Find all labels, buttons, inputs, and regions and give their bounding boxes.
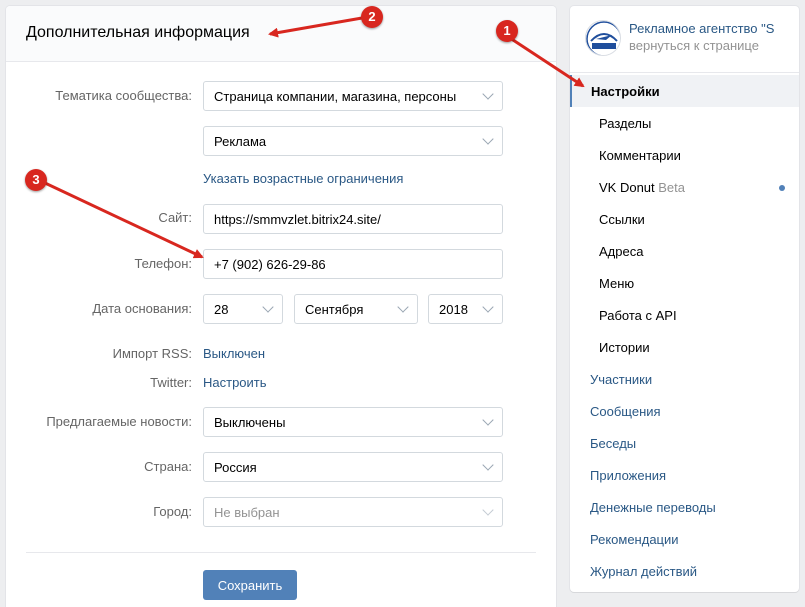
- city-label: Город:: [153, 504, 192, 519]
- community-header[interactable]: Рекламное агентство "S вернуться к стран…: [585, 20, 785, 60]
- chevron-down-icon: [482, 459, 494, 471]
- suggested-news-value: Выключены: [214, 415, 286, 430]
- category-select[interactable]: Реклама: [203, 126, 503, 156]
- sidebar-item-menu[interactable]: Меню: [570, 267, 799, 299]
- community-logo-icon: [586, 21, 620, 55]
- sidebar-item-money-transfers[interactable]: Денежные переводы: [570, 491, 799, 523]
- back-to-page-link[interactable]: вернуться к странице: [629, 38, 759, 53]
- community-name[interactable]: Рекламное агентство "S: [629, 21, 787, 36]
- save-button[interactable]: Сохранить: [203, 570, 297, 600]
- sidebar-item-action-log[interactable]: Журнал действий: [570, 555, 799, 587]
- annotation-badge-1: 1: [496, 20, 518, 42]
- city-select-placeholder: Не выбран: [214, 505, 280, 520]
- annotation-badge-2: 2: [361, 6, 383, 28]
- chevron-down-icon: [482, 414, 494, 426]
- main-header: Дополнительная информация: [6, 6, 556, 62]
- city-select[interactable]: Не выбран: [203, 497, 503, 527]
- sidebar-item-api[interactable]: Работа с API: [570, 299, 799, 331]
- suggested-news-label: Предлагаемые новости:: [46, 414, 192, 429]
- twitter-link[interactable]: Настроить: [203, 375, 267, 390]
- sidebar-item-messages[interactable]: Сообщения: [570, 395, 799, 427]
- vk-donut-label: VK Donut: [599, 180, 659, 195]
- form-divider: [26, 552, 536, 553]
- chevron-down-icon: [482, 88, 494, 100]
- page-title: Дополнительная информация: [26, 24, 250, 41]
- founded-day-select[interactable]: 28: [203, 294, 283, 324]
- category-select-value: Реклама: [214, 134, 267, 149]
- founded-month-value: Сентября: [305, 302, 364, 317]
- twitter-label: Twitter:: [150, 375, 192, 390]
- chevron-down-icon: [482, 504, 494, 516]
- chevron-down-icon: [262, 301, 274, 313]
- new-dot-icon: [779, 185, 785, 191]
- sidebar-item-sections[interactable]: Разделы: [570, 107, 799, 139]
- sidebar-item-vk-donut[interactable]: VK Donut Beta: [570, 171, 799, 203]
- site-input[interactable]: https://smmvzlet.bitrix24.site/: [203, 204, 503, 234]
- phone-input[interactable]: +7 (902) 626-29-86: [203, 249, 503, 279]
- theme-select[interactable]: Страница компании, магазина, персоны: [203, 81, 503, 111]
- rss-label: Импорт RSS:: [112, 346, 192, 361]
- age-restrictions-link[interactable]: Указать возрастные ограничения: [203, 171, 403, 186]
- country-select-value: Россия: [214, 460, 257, 475]
- suggested-news-select[interactable]: Выключены: [203, 407, 503, 437]
- sidebar-item-settings[interactable]: Настройки: [570, 75, 799, 107]
- founded-year-value: 2018: [439, 302, 468, 317]
- phone-label: Телефон:: [134, 256, 192, 271]
- sidebar-item-addresses[interactable]: Адреса: [570, 235, 799, 267]
- theme-select-value: Страница компании, магазина, персоны: [214, 89, 457, 104]
- sidebar-item-chats[interactable]: Беседы: [570, 427, 799, 459]
- sidebar-item-stories[interactable]: Истории: [570, 331, 799, 363]
- sidebar-item-links[interactable]: Ссылки: [570, 203, 799, 235]
- founded-day-value: 28: [214, 302, 229, 317]
- main-panel: Дополнительная информация Тематика сообщ…: [6, 6, 556, 607]
- settings-sidebar: Рекламное агентство "S вернуться к стран…: [570, 6, 799, 592]
- chevron-down-icon: [397, 301, 409, 313]
- beta-badge: Beta: [658, 180, 686, 195]
- founded-label: Дата основания:: [92, 301, 192, 316]
- site-label: Сайт:: [158, 210, 192, 225]
- sidebar-item-recommendations[interactable]: Рекомендации: [570, 523, 799, 555]
- annotation-badge-3: 3: [25, 169, 47, 191]
- rss-link[interactable]: Выключен: [203, 346, 265, 361]
- founded-month-select[interactable]: Сентября: [294, 294, 418, 324]
- sidebar-divider: [570, 72, 799, 73]
- theme-label: Тематика сообщества:: [55, 88, 192, 103]
- chevron-down-icon: [482, 133, 494, 145]
- community-avatar: [585, 20, 621, 56]
- sidebar-item-comments[interactable]: Комментарии: [570, 139, 799, 171]
- sidebar-item-members[interactable]: Участники: [570, 363, 799, 395]
- sidebar-item-apps[interactable]: Приложения: [570, 459, 799, 491]
- country-label: Страна:: [144, 459, 192, 474]
- chevron-down-icon: [482, 301, 494, 313]
- country-select[interactable]: Россия: [203, 452, 503, 482]
- founded-year-select[interactable]: 2018: [428, 294, 503, 324]
